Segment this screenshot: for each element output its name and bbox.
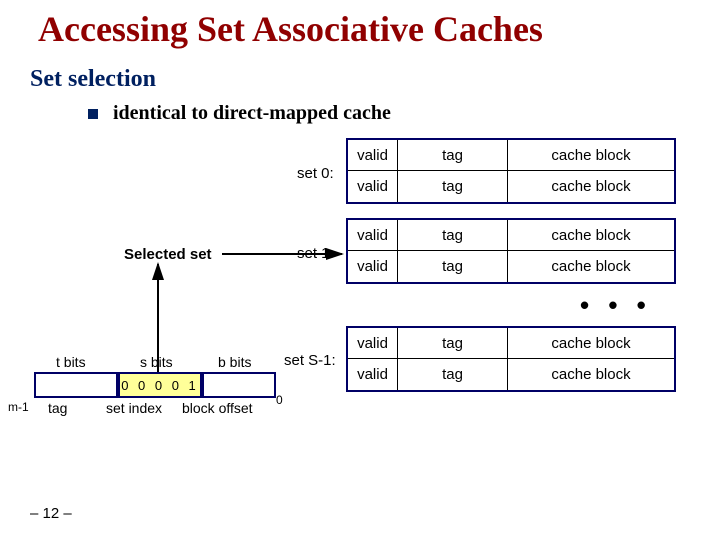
set-index-bits: 0 0 0 0 1 — [121, 378, 199, 393]
addr-setindex-field: 0 0 0 0 1 — [118, 372, 202, 398]
blockoffset-field-label: block offset — [182, 400, 253, 416]
t-bits-label: t bits — [56, 354, 86, 370]
addr-tag-field — [34, 372, 118, 398]
setindex-field-label: set index — [106, 400, 162, 416]
lsb-label: 0 — [276, 393, 283, 407]
selected-arrow — [0, 0, 720, 540]
tag-field-label: tag — [48, 400, 67, 416]
addr-blockoffset-field — [202, 372, 276, 398]
b-bits-label: b bits — [218, 354, 251, 370]
s-bits-label: s bits — [140, 354, 173, 370]
msb-label: m-1 — [8, 400, 29, 414]
slide-number: – 12 – — [30, 505, 72, 522]
